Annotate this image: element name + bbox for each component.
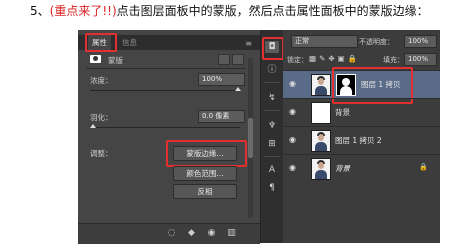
mask-edge-highlight — [166, 140, 247, 167]
strip-divider — [264, 82, 280, 83]
layer-thumbnail — [311, 74, 331, 96]
divider — [86, 68, 246, 69]
brush-icon[interactable]: ♆ — [265, 120, 279, 132]
properties-tab-highlight — [85, 33, 117, 52]
layers-panel: 正常 不透明度： 100% 锁定： ▩✎✥▣🔒 填充： 100% ◉ 图层 1 … — [283, 30, 440, 243]
layer-row[interactable]: ◉ 背景 — [283, 98, 440, 126]
history-icon[interactable]: ↯ — [265, 92, 279, 104]
layer-name: 背景 — [335, 164, 350, 173]
mask-icon — [90, 55, 101, 63]
lock-label: 锁定： — [287, 56, 308, 64]
apply-mask-icon[interactable]: ◆ — [186, 228, 197, 239]
eye-icon[interactable]: ◉ — [289, 79, 296, 88]
feather-field[interactable]: 0.0 像素 — [198, 110, 245, 123]
opacity-field[interactable]: 100% — [404, 35, 437, 48]
eye-icon[interactable]: ◉ — [289, 135, 296, 144]
tab-info[interactable]: 信息 — [118, 35, 141, 50]
feather-slider-handle[interactable] — [90, 124, 96, 128]
invert-button[interactable]: 反相 — [173, 184, 237, 199]
properties-scrollbar[interactable] — [248, 58, 253, 218]
layer-row[interactable]: ◉ 背景 🔒 — [283, 154, 440, 182]
caption-text: 点击图层面板中的蒙版，然后点击属性面板中的蒙版边缘： — [116, 4, 429, 18]
layer-thumbnail — [311, 130, 331, 152]
fill-label: 填充： — [383, 56, 404, 64]
lock-icon: 🔒 — [419, 163, 428, 171]
layer-thumbnail — [311, 158, 331, 180]
layer-name: 背景 — [335, 108, 350, 117]
density-label: 浓度： — [90, 76, 113, 85]
panel-icon-strip: ◘ ⓘ ↯ ♆ ⊞ A ¶ — [260, 30, 284, 243]
layer-name: 图层 1 拷贝 2 — [335, 136, 382, 145]
adjustments-icon[interactable]: ⊞ — [265, 138, 279, 150]
vector-mask-button[interactable] — [232, 54, 244, 65]
info-icon[interactable]: ⓘ — [265, 64, 279, 76]
adjust-label: 调整： — [90, 149, 113, 158]
panel-menu-icon[interactable]: ≡ — [245, 39, 252, 48]
mask-section-label: 蒙版 — [108, 56, 123, 65]
density-slider-track[interactable] — [90, 90, 240, 91]
delete-mask-icon[interactable]: ▥ — [226, 228, 237, 239]
strip-divider — [264, 156, 280, 157]
feather-label: 羽化： — [90, 113, 113, 122]
eye-icon[interactable]: ◉ — [289, 107, 296, 116]
layer-thumbnail — [311, 102, 331, 124]
fill-field[interactable]: 100% — [404, 53, 437, 66]
feather-slider-track[interactable] — [90, 127, 240, 128]
opacity-label: 不透明度： — [359, 38, 394, 46]
density-field[interactable]: 100% — [198, 73, 245, 86]
character-icon[interactable]: A — [265, 164, 279, 176]
caption-emphasis: (重点来了!!) — [49, 4, 117, 18]
step-number: 5、 — [30, 4, 50, 18]
blend-mode-select[interactable]: 正常 — [291, 35, 358, 48]
properties-panel: 属性 信息 ≡ 蒙版 浓度： 100% 羽化： 0.0 像素 调整： 蒙版边缘.… — [78, 30, 260, 244]
layer-row[interactable]: ◉ 图层 1 拷贝 2 — [283, 126, 440, 154]
color-range-button[interactable]: 颜色范围... — [173, 166, 237, 181]
load-selection-icon[interactable]: ◌ — [166, 228, 177, 239]
density-slider-handle[interactable] — [235, 87, 241, 91]
properties-bottom-bar: ◌ ◆ ◉ ▥ — [78, 223, 260, 244]
paragraph-icon[interactable]: ¶ — [265, 182, 279, 194]
pixel-mask-button[interactable] — [218, 54, 230, 65]
toggle-visibility-icon[interactable]: ◉ — [206, 228, 217, 239]
strip-icon-highlight — [262, 37, 284, 60]
photoshop-screenshot: 属性 信息 ≡ 蒙版 浓度： 100% 羽化： 0.0 像素 调整： 蒙版边缘.… — [78, 30, 440, 244]
tutorial-step-caption: 5、(重点来了!!)点击图层面板中的蒙版，然后点击属性面板中的蒙版边缘： — [30, 2, 429, 19]
strip-divider — [264, 110, 280, 111]
lock-icons[interactable]: ▩✎✥▣🔒 — [309, 54, 360, 63]
scrollbar-thumb[interactable] — [248, 118, 253, 158]
eye-icon[interactable]: ◉ — [289, 163, 296, 172]
